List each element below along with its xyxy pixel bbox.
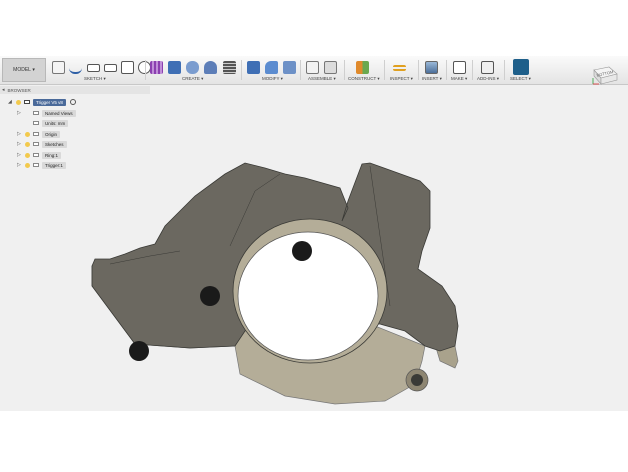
folder-icon xyxy=(33,142,39,146)
sketch-slot-icon[interactable] xyxy=(104,64,117,72)
chamfer-icon[interactable] xyxy=(283,61,296,74)
browser-header[interactable]: ◂ BROWSER xyxy=(0,86,150,94)
insert-menu[interactable]: INSERT ▾ xyxy=(422,76,442,82)
inspect-menu[interactable]: INSPECT ▾ xyxy=(390,76,413,82)
expand-arrow-icon[interactable]: ▷ xyxy=(17,141,22,147)
offset-plane-icon[interactable] xyxy=(356,61,369,74)
select-menu[interactable]: SELECT ▾ xyxy=(510,76,531,82)
browser-item-label: Named Views xyxy=(42,109,76,117)
browser-item-trigger[interactable]: ▷ Trigger:1 xyxy=(17,161,66,169)
expand-arrow-icon[interactable]: ◢ xyxy=(8,99,13,105)
insert-image-icon[interactable] xyxy=(425,61,438,74)
browser-root-label: Trigger V5 v8 xyxy=(33,98,66,106)
browser-item-sketches[interactable]: ▷ Sketches xyxy=(17,140,67,148)
main-toolbar: MODEL ▾ SKETCH ▾ CREATE ▾ MODIFY ▾ ASSEM… xyxy=(0,56,628,85)
scripts-icon[interactable] xyxy=(481,61,494,74)
sketch-menu[interactable]: SKETCH ▾ xyxy=(84,76,106,82)
fillet-icon[interactable] xyxy=(265,61,278,74)
make-menu[interactable]: MAKE ▾ xyxy=(451,76,467,82)
visibility-bulb-icon[interactable] xyxy=(25,162,30,168)
component-icon xyxy=(33,153,39,157)
workspace-switcher[interactable]: MODEL ▾ xyxy=(2,58,46,82)
joint-icon[interactable] xyxy=(324,61,337,74)
visibility-bulb-icon[interactable] xyxy=(25,131,30,137)
browser-item-label: Units: mm xyxy=(42,119,69,127)
mounting-hole xyxy=(129,341,149,361)
measure-icon[interactable] xyxy=(393,65,406,71)
addins-menu[interactable]: ADD-INS ▾ xyxy=(477,76,499,82)
sketch-image-icon[interactable] xyxy=(121,61,134,74)
3d-print-icon[interactable] xyxy=(453,61,466,74)
separator xyxy=(145,60,146,80)
expand-arrow-icon[interactable]: ▷ xyxy=(17,110,22,116)
visibility-bulb-icon[interactable] xyxy=(16,99,21,105)
browser-item-ring[interactable]: ▷ Ring:1 xyxy=(17,151,62,159)
fusion-window: MODEL ▾ SKETCH ▾ CREATE ▾ MODIFY ▾ ASSEM… xyxy=(0,56,628,411)
mounting-hole xyxy=(292,241,312,261)
folder-icon xyxy=(33,111,39,115)
3d-model-trigger[interactable] xyxy=(80,156,470,406)
separator xyxy=(241,60,242,80)
separator xyxy=(384,60,385,80)
browser-item-origin[interactable]: ▷ Origin xyxy=(17,130,61,138)
units-icon xyxy=(33,121,39,125)
browser-root-row[interactable]: ◢ Trigger V5 v8 xyxy=(8,98,76,106)
expand-arrow-icon[interactable]: ▷ xyxy=(17,162,22,168)
construct-menu[interactable]: CONSTRUCT ▾ xyxy=(348,76,380,82)
visibility-bulb-icon[interactable] xyxy=(25,141,30,147)
browser-item-label: Sketches xyxy=(42,140,67,148)
component-icon xyxy=(33,163,39,167)
workspace-label: MODEL xyxy=(13,67,31,73)
separator xyxy=(344,60,345,80)
separator xyxy=(504,60,505,80)
sketch-edit-icon[interactable] xyxy=(52,61,65,74)
sketch-line-icon[interactable] xyxy=(69,61,82,74)
collapse-icon[interactable]: ◂ xyxy=(2,87,5,93)
revolve-icon[interactable] xyxy=(186,61,199,74)
browser-item-label: Origin xyxy=(42,130,61,138)
visibility-bulb-icon[interactable] xyxy=(25,152,30,158)
folder-icon xyxy=(33,132,39,136)
new-component-icon[interactable] xyxy=(306,61,319,74)
sweep-icon[interactable] xyxy=(204,61,217,74)
separator xyxy=(446,60,447,80)
select-cursor-icon[interactable] xyxy=(513,59,529,75)
thread-icon[interactable] xyxy=(223,61,236,74)
expand-arrow-icon[interactable]: ▷ xyxy=(17,152,22,158)
mounting-hole xyxy=(200,286,220,306)
browser-item-units[interactable]: Units: mm xyxy=(17,119,69,127)
expand-arrow-icon[interactable]: ▷ xyxy=(17,131,22,137)
separator xyxy=(300,60,301,80)
modify-menu[interactable]: MODIFY ▾ xyxy=(262,76,283,82)
extrude-icon[interactable] xyxy=(168,61,181,74)
activate-radio-icon[interactable] xyxy=(69,99,76,105)
viewcube[interactable]: BOTTOM xyxy=(591,64,619,86)
browser-item-named-views[interactable]: ▷ Named Views xyxy=(17,109,76,117)
browser-item-label: Trigger:1 xyxy=(42,161,66,169)
form-icon[interactable] xyxy=(150,61,163,74)
document-icon xyxy=(24,100,30,104)
create-menu[interactable]: CREATE ▾ xyxy=(182,76,203,82)
separator xyxy=(418,60,419,80)
browser-item-label: Ring:1 xyxy=(42,151,62,159)
browser-title: BROWSER xyxy=(7,87,31,93)
separator xyxy=(472,60,473,80)
press-pull-icon[interactable] xyxy=(247,61,260,74)
sketch-rectangle-icon[interactable] xyxy=(87,64,100,72)
assemble-menu[interactable]: ASSEMBLE ▾ xyxy=(308,76,336,82)
